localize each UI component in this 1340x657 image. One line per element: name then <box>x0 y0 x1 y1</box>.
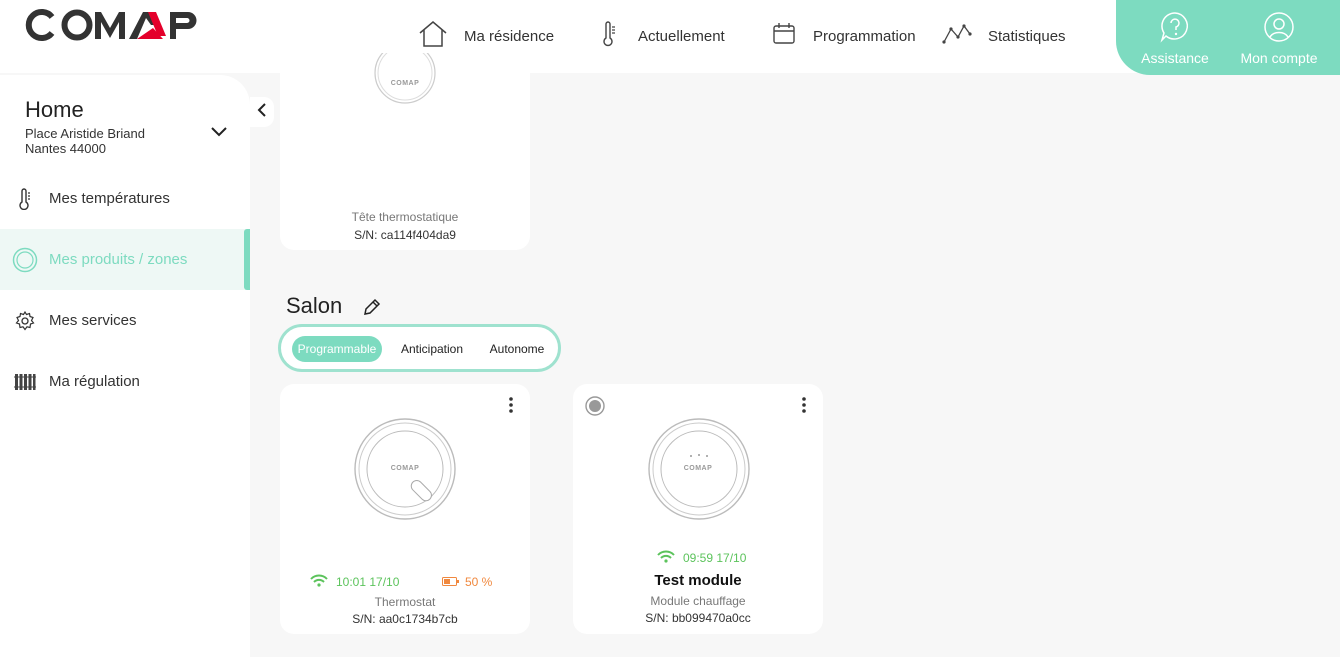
more-options-icon[interactable] <box>799 396 809 414</box>
gear-icon <box>0 310 49 331</box>
select-radio[interactable] <box>585 396 605 421</box>
battery-status: 50 % <box>442 575 492 589</box>
nav-label: Ma résidence <box>464 27 555 45</box>
assistance-label: Assistance <box>1141 50 1209 66</box>
pencil-icon[interactable] <box>362 297 382 322</box>
device-type: Thermostat <box>374 595 436 609</box>
sidebar-item-produits-zones[interactable]: Mes produits / zones <box>0 229 250 290</box>
assistance-button[interactable]: Assistance <box>1130 11 1220 66</box>
chevron-left-icon <box>257 102 267 123</box>
battery-icon <box>442 575 459 589</box>
nav-actuellement[interactable]: Actuellement <box>598 20 725 52</box>
nav-label: Programmation <box>813 27 916 45</box>
nav-label: Statistiques <box>988 27 1066 45</box>
wifi-icon <box>657 550 675 566</box>
account-panel: Assistance Mon compte <box>1116 0 1340 75</box>
chevron-down-icon[interactable] <box>210 125 228 143</box>
device-serial: S/N: bb099470a0cc <box>645 611 751 625</box>
device-serial: S/N: ca114f404da9 <box>354 228 456 242</box>
user-circle-icon <box>1263 11 1295 46</box>
sidebar-item-regulation[interactable]: Ma régulation <box>0 351 250 412</box>
house-icon <box>418 20 448 52</box>
account-button[interactable]: Mon compte <box>1234 11 1324 66</box>
mode-autonome[interactable]: Autonome <box>480 336 554 362</box>
home-address: Place Aristide Briand Nantes 44000 <box>25 126 145 156</box>
wifi-icon <box>310 574 328 590</box>
sidebar-item-label: Mes températures <box>49 190 170 207</box>
address-line-2: Nantes 44000 <box>25 141 106 156</box>
nav-programmation[interactable]: Programmation <box>772 20 916 52</box>
thermostatic-head-image <box>374 42 436 122</box>
connection-status: 10:01 17/10 <box>310 574 399 590</box>
sidebar-item-label: Mes produits / zones <box>49 251 188 268</box>
sidebar: Home Place Aristide Briand Nantes 44000 … <box>0 75 250 657</box>
nav-statistiques[interactable]: Statistiques <box>942 20 1066 52</box>
nav-ma-residence[interactable]: Ma résidence <box>418 20 554 52</box>
device-name: Test module <box>654 572 742 589</box>
mode-anticipation[interactable]: Anticipation <box>392 336 472 362</box>
device-type: Module chauffage <box>650 594 746 608</box>
more-options-icon[interactable] <box>506 396 516 414</box>
device-type: Tête thermostatique <box>351 210 459 224</box>
sidebar-item-temperatures[interactable]: Mes températures <box>0 168 250 229</box>
connection-status: 09:59 17/10 <box>657 550 746 566</box>
radiator-icon <box>0 372 49 392</box>
sidebar-item-label: Mes services <box>49 312 137 329</box>
mode-programmable[interactable]: Programmable <box>292 336 382 362</box>
device-card-tete-thermostatique[interactable]: COMAP Tête thermostatique S/N: ca114f404… <box>280 42 530 250</box>
address-line-1: Place Aristide Briand <box>25 126 145 141</box>
zone-mode-selector: Programmable Anticipation Autonome <box>278 324 561 372</box>
comap-logo[interactable] <box>25 8 215 47</box>
thermometer-icon <box>0 187 49 210</box>
calendar-icon <box>772 22 797 50</box>
home-title: Home <box>25 97 84 122</box>
top-bar: Ma résidence Actuellement Programmation … <box>0 0 1340 75</box>
last-seen-time: 10:01 17/10 <box>336 575 400 589</box>
device-card-test-module[interactable]: COMAP 09:59 17/10 Test module Module cha… <box>573 384 823 634</box>
device-logo: COMAP <box>390 80 420 87</box>
device-logo: COMAP <box>683 465 713 472</box>
device-card-thermostat[interactable]: COMAP 10:01 17/10 50 % Thermostat S/N: a… <box>280 384 530 634</box>
sidebar-item-label: Ma régulation <box>49 373 140 390</box>
zone-title: Salon <box>286 293 343 318</box>
sidebar-item-services[interactable]: Mes services <box>0 290 250 351</box>
collapse-sidebar-button[interactable] <box>250 97 274 127</box>
last-seen-time: 09:59 17/10 <box>683 551 747 565</box>
battery-level: 50 % <box>465 575 493 589</box>
device-logo: COMAP <box>390 465 420 472</box>
help-bubble-icon <box>1159 11 1191 46</box>
line-chart-icon <box>942 22 972 50</box>
device-serial: S/N: aa0c1734b7cb <box>352 612 458 626</box>
account-label: Mon compte <box>1240 50 1318 66</box>
ring-icon <box>0 247 49 273</box>
thermometer-icon <box>598 21 622 51</box>
nav-label: Actuellement <box>638 27 725 45</box>
